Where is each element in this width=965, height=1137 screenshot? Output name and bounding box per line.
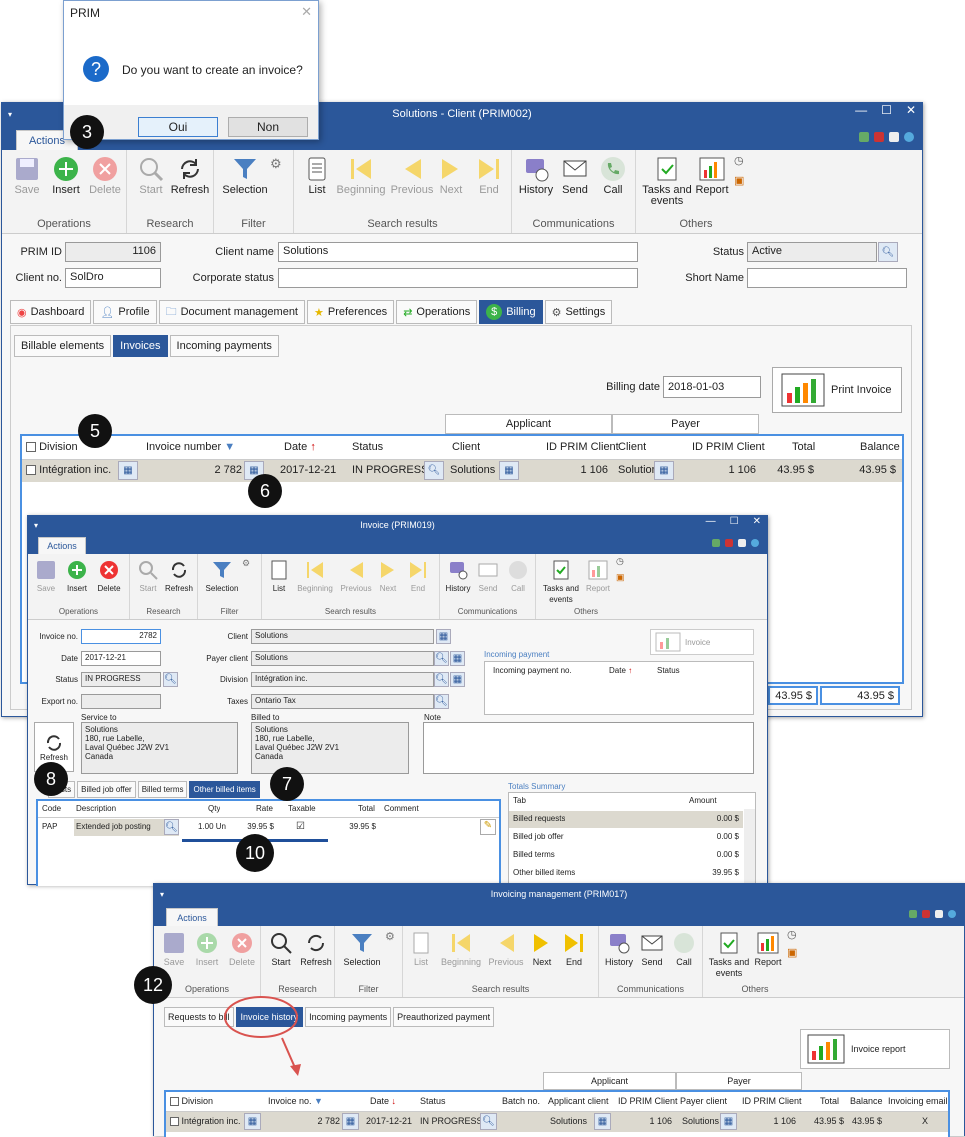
step-badge-10: 10 [236, 834, 274, 872]
step-badge-12: 12 [134, 966, 172, 1004]
arrow-head [290, 1064, 301, 1076]
step-badge-6: 6 [248, 474, 282, 508]
step-badge-7: 7 [270, 767, 304, 801]
step-badge-3: 3 [70, 115, 104, 149]
highlight-ellipse [224, 996, 298, 1038]
annotation-arrow [281, 1037, 297, 1071]
step-badge-8: 8 [34, 762, 68, 796]
step-badge-5: 5 [78, 414, 112, 448]
annotation-overlay [224, 996, 301, 1076]
